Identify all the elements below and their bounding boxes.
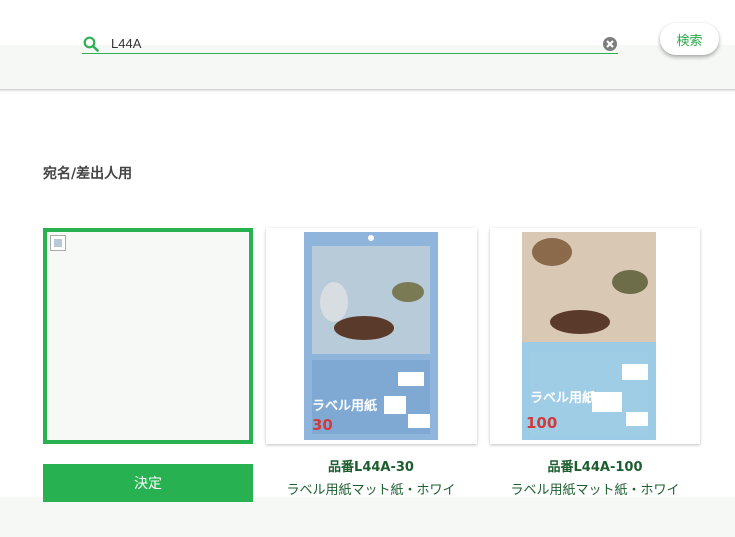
decide-button[interactable]: 決定 [43,464,253,502]
product-card-selected[interactable] [43,228,253,444]
clear-icon[interactable] [602,36,618,52]
package-sheet-count: 30 [312,416,333,434]
section-title: 宛名/差出人用 [43,166,133,182]
footer-tint [0,497,735,537]
product-card-l44a-100[interactable]: ラベル用紙 100 [490,228,700,444]
search-button[interactable]: 検索 [660,23,719,55]
product-code[interactable]: 品番L44A-30 [266,456,476,475]
package-label: ラベル用紙 [312,398,377,414]
search-bar [82,30,618,54]
product-image: ラベル用紙 100 [522,232,656,440]
package-label: ラベル用紙 [530,390,595,406]
broken-image-icon [50,235,66,251]
header-shadow [0,89,735,92]
header-bar: 検索 [0,0,735,90]
search-input[interactable] [111,33,591,53]
package-sheet-count: 100 [526,414,557,432]
product-image: ラベル用紙 30 [304,232,438,440]
search-icon [83,36,99,52]
product-card-l44a-30[interactable]: ラベル用紙 30 [266,228,477,444]
product-code[interactable]: 品番L44A-100 [490,456,700,475]
